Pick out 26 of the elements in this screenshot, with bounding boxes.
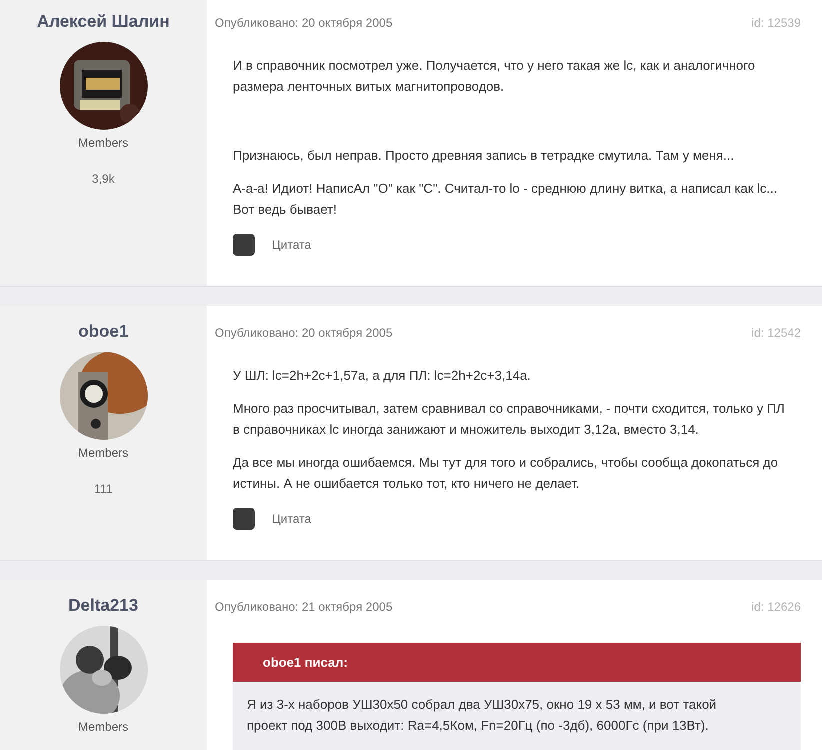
post-id: id: 12626	[752, 600, 801, 614]
post-id: id: 12542	[752, 326, 801, 340]
member-group: Members	[78, 446, 128, 460]
post-paragraph: Признаюсь, был неправ. Просто древняя запись в тетрадке смутила. Там у меня...	[233, 147, 736, 165]
post-id: id: 12539	[752, 16, 801, 30]
author-name[interactable]: oboe1	[78, 322, 129, 342]
post-count: 3,9k	[92, 172, 115, 186]
member-group: Members	[78, 720, 128, 734]
quote-text: Я из 3-х наборов УШ30х50 собрал два УШ30х75, окно 19 х 53 мм, и вот такой проект под 300В выходит: Ra=4,5Ком, Fn=20Гц (по -3дб), 6000Гс (при 13Вт).	[246, 696, 718, 735]
published-date: Опубликовано: 21 октября 2005	[215, 600, 393, 614]
post-count: 111	[94, 482, 113, 496]
quote-link[interactable]: Цитата	[272, 512, 312, 526]
quote-header: oboe1 писал:	[233, 643, 801, 682]
member-group: Members	[78, 136, 128, 150]
post-paragraph: А-а-а! Идиот! НаписАл "О" как "С". Считал-то lo - среднюю длину витка, а написал как lc... Вот ведь бывает!	[233, 180, 778, 219]
post-paragraph: И в справочник посмотрел уже. Получается, что у него такая же lc, как и аналогичного размера ленточных витых магнитопроводов.	[233, 57, 756, 96]
post-paragraph: Много раз просчитывал, затем сравнивал со справочниками, - почти сходится, только у ПЛ в справочниках lc иногда занижают и множитель выходит 3,12a, вместо 3,14.	[233, 400, 786, 439]
author-name[interactable]: Delta213	[68, 596, 138, 616]
published-date: Опубликовано: 20 октября 2005	[215, 326, 393, 340]
quote-link[interactable]: Цитата	[272, 238, 312, 252]
quote-icon[interactable]	[233, 508, 255, 530]
quote-icon[interactable]	[233, 234, 255, 256]
published-date: Опубликовано: 20 октября 2005	[215, 16, 393, 30]
author-name[interactable]: Алексей Шалин	[37, 12, 170, 32]
post-paragraph: Да все мы иногда ошибаемся. Мы тут для того и собрались, чтобы сообща докопаться до истины. А не ошибается только тот, кто ничего не делает.	[233, 454, 780, 493]
post-paragraph: У ШЛ: lc=2h+2c+1,57a, а для ПЛ: lc=2h+2c+3,14a.	[233, 367, 532, 385]
